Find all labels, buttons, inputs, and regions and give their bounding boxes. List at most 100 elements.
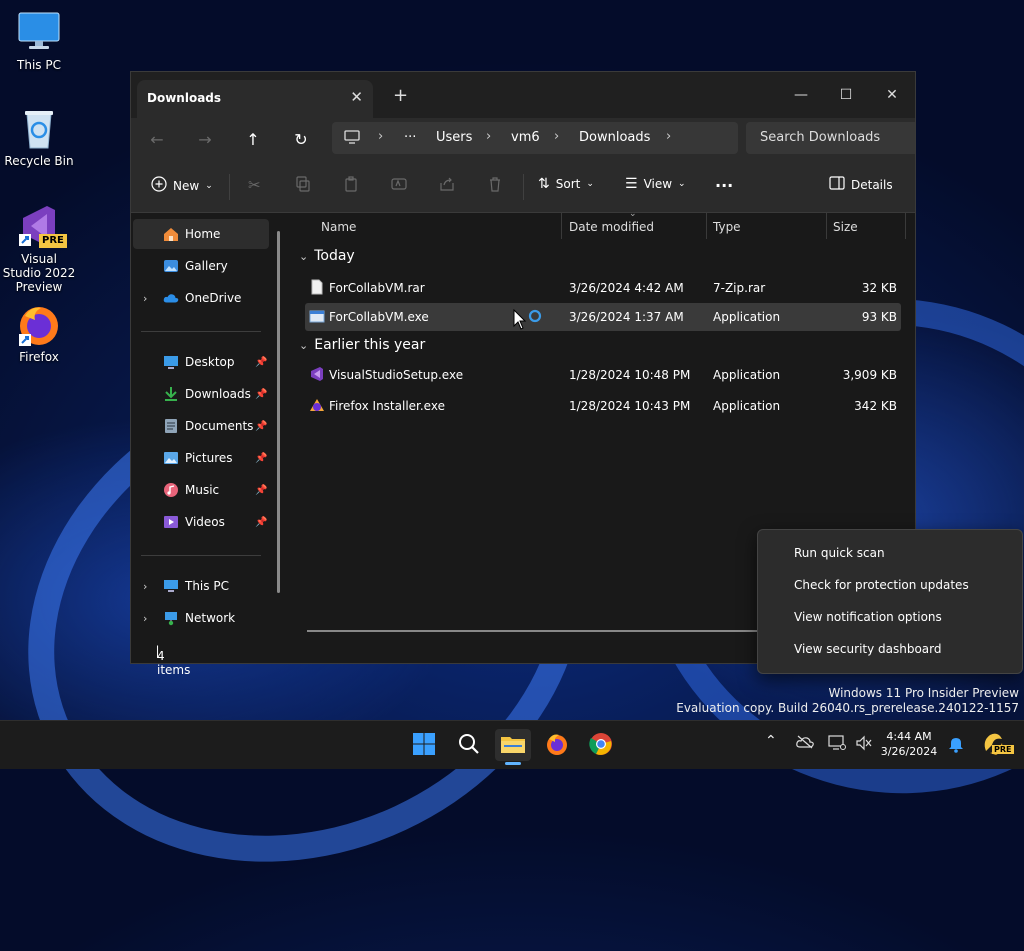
sidebar-item-music[interactable]: Music 📌 (133, 475, 269, 505)
new-tab-button[interactable]: + (393, 85, 408, 106)
minimize-button[interactable]: — (786, 82, 816, 108)
address-bar: ← → ↑ ↻ › ··· Users › vm6 › Downloads › … (131, 118, 915, 162)
desktop-icon-this-pc[interactable]: This PC (1, 10, 77, 72)
breadcrumb-item-vm6[interactable]: vm6 (511, 130, 540, 145)
refresh-button[interactable]: ↻ (289, 129, 313, 151)
menu-item-view-security-dashboard[interactable]: View security dashboard (794, 642, 942, 656)
share-button[interactable] (439, 176, 455, 195)
column-header-date-modified[interactable]: Date modified (569, 213, 654, 241)
chevron-right-icon: › (378, 129, 384, 144)
close-button[interactable]: ✕ (877, 82, 907, 108)
sidebar-item-network[interactable]: › Network (133, 603, 269, 633)
search-input[interactable]: Search Downloads (746, 122, 915, 154)
document-icon (163, 418, 179, 434)
title-bar: Downloads ✕ + — ☐ ✕ (131, 72, 915, 118)
pin-icon[interactable]: 📌 (255, 517, 267, 528)
sidebar-item-onedrive[interactable]: › OneDrive (133, 283, 269, 313)
pin-icon[interactable]: 📌 (255, 357, 267, 368)
sidebar-item-this-pc[interactable]: › This PC (133, 571, 269, 601)
security-context-menu: Run quick scan Check for protection upda… (757, 529, 1023, 674)
sidebar-item-label: Music (185, 483, 220, 497)
insider-preview-icon[interactable]: PRE (980, 731, 1014, 761)
paste-button[interactable] (343, 176, 359, 195)
sidebar-scrollbar[interactable] (277, 231, 280, 593)
tab-close-icon[interactable]: ✕ (350, 88, 363, 106)
rename-button[interactable] (391, 176, 407, 195)
forward-button[interactable]: → (193, 129, 217, 151)
taskbar-file-explorer[interactable] (495, 729, 531, 765)
desktop-icon-recycle-bin[interactable]: Recycle Bin (1, 106, 77, 168)
new-button[interactable]: New ⌄ (151, 176, 213, 195)
breadcrumb-more-button[interactable]: ··· (404, 130, 416, 145)
taskbar-chrome[interactable] (583, 729, 619, 761)
pre-badge: PRE (992, 745, 1014, 754)
sidebar-item-documents[interactable]: Documents 📌 (133, 411, 269, 441)
column-header-size[interactable]: Size (833, 213, 858, 241)
breadcrumb[interactable]: › ··· Users › vm6 › Downloads › (332, 122, 738, 154)
file-name: ForCollabVM.rar (329, 281, 425, 295)
menu-item-run-quick-scan[interactable]: Run quick scan (794, 546, 885, 560)
sidebar-item-label: OneDrive (185, 291, 242, 305)
sort-button[interactable]: ⇅ Sort ⌄ (538, 176, 594, 192)
cut-button[interactable]: ✂ (248, 176, 261, 194)
chevron-right-icon: › (554, 129, 560, 144)
delete-button[interactable] (487, 176, 503, 195)
table-row[interactable]: ForCollabVM.rar 3/26/2024 4:42 AM 7-Zip.… (305, 274, 901, 302)
chevron-right-icon[interactable]: › (143, 292, 147, 305)
pre-badge: PRE (39, 234, 67, 248)
menu-item-check-protection-updates[interactable]: Check for protection updates (794, 578, 969, 592)
group-header-earlier-this-year[interactable]: ⌄ Earlier this year (299, 337, 425, 353)
pin-icon[interactable]: 📌 (255, 421, 267, 432)
maximize-button[interactable]: ☐ (831, 82, 861, 108)
column-divider[interactable] (561, 213, 562, 239)
chevron-up-icon[interactable]: ⌃ (765, 733, 777, 749)
sidebar-item-videos[interactable]: Videos 📌 (133, 507, 269, 537)
column-header-type[interactable]: Type (713, 213, 741, 241)
start-button[interactable] (406, 729, 442, 761)
notification-bell-icon[interactable] (948, 735, 964, 757)
group-header-today[interactable]: ⌄ Today (299, 248, 355, 264)
onedrive-offline-icon[interactable] (796, 735, 814, 753)
sidebar-item-home[interactable]: Home (133, 219, 269, 249)
sidebar-item-label: Gallery (185, 259, 228, 273)
pin-icon[interactable]: 📌 (255, 485, 267, 496)
column-header-name[interactable]: Name (321, 213, 356, 241)
view-button[interactable]: ☰ View ⌄ (625, 176, 686, 192)
desktop-icon-firefox[interactable]: Firefox (1, 302, 77, 364)
vs-setup-icon (309, 366, 325, 385)
system-clock[interactable]: 4:44 AM 3/26/2024 (880, 729, 938, 759)
search-button[interactable] (451, 729, 487, 761)
sidebar-item-desktop[interactable]: Desktop 📌 (133, 347, 269, 377)
cloud-icon (163, 290, 179, 306)
table-row[interactable]: VisualStudioSetup.exe 1/28/2024 10:48 PM… (305, 361, 901, 389)
tab-downloads[interactable]: Downloads ✕ (137, 80, 373, 118)
more-label: ··· (715, 176, 734, 195)
table-row[interactable]: ForCollabVM.exe 3/26/2024 1:37 AM Applic… (305, 303, 901, 331)
column-divider[interactable] (706, 213, 707, 239)
file-size: 3,909 KB (842, 368, 897, 382)
chevron-right-icon[interactable]: › (143, 580, 147, 593)
chevron-right-icon[interactable]: › (143, 612, 147, 625)
copy-button[interactable] (295, 176, 311, 195)
column-divider[interactable] (826, 213, 827, 239)
windows-logo-icon (412, 732, 436, 759)
pin-icon[interactable]: 📌 (255, 389, 267, 400)
volume-muted-icon[interactable] (855, 735, 873, 755)
table-row[interactable]: Firefox Installer.exe 1/28/2024 10:43 PM… (305, 392, 901, 420)
horizontal-scrollbar[interactable] (307, 630, 757, 632)
sidebar-item-gallery[interactable]: Gallery (133, 251, 269, 281)
breadcrumb-item-downloads[interactable]: Downloads (579, 130, 650, 145)
desktop-icon-visual-studio[interactable]: PRE Visual Studio 2022 Preview (1, 204, 77, 294)
more-options-button[interactable]: ··· (715, 176, 733, 195)
breadcrumb-item-users[interactable]: Users (436, 130, 472, 145)
sidebar-item-downloads[interactable]: Downloads 📌 (133, 379, 269, 409)
sidebar-item-pictures[interactable]: Pictures 📌 (133, 443, 269, 473)
menu-item-view-notification-options[interactable]: View notification options (794, 610, 942, 624)
back-button[interactable]: ← (145, 129, 169, 151)
taskbar-firefox[interactable] (539, 729, 575, 761)
up-button[interactable]: ↑ (241, 129, 265, 151)
network-status-icon[interactable] (828, 735, 846, 755)
column-divider[interactable] (905, 213, 906, 239)
pin-icon[interactable]: 📌 (255, 453, 267, 464)
details-button[interactable]: Details (829, 176, 893, 193)
